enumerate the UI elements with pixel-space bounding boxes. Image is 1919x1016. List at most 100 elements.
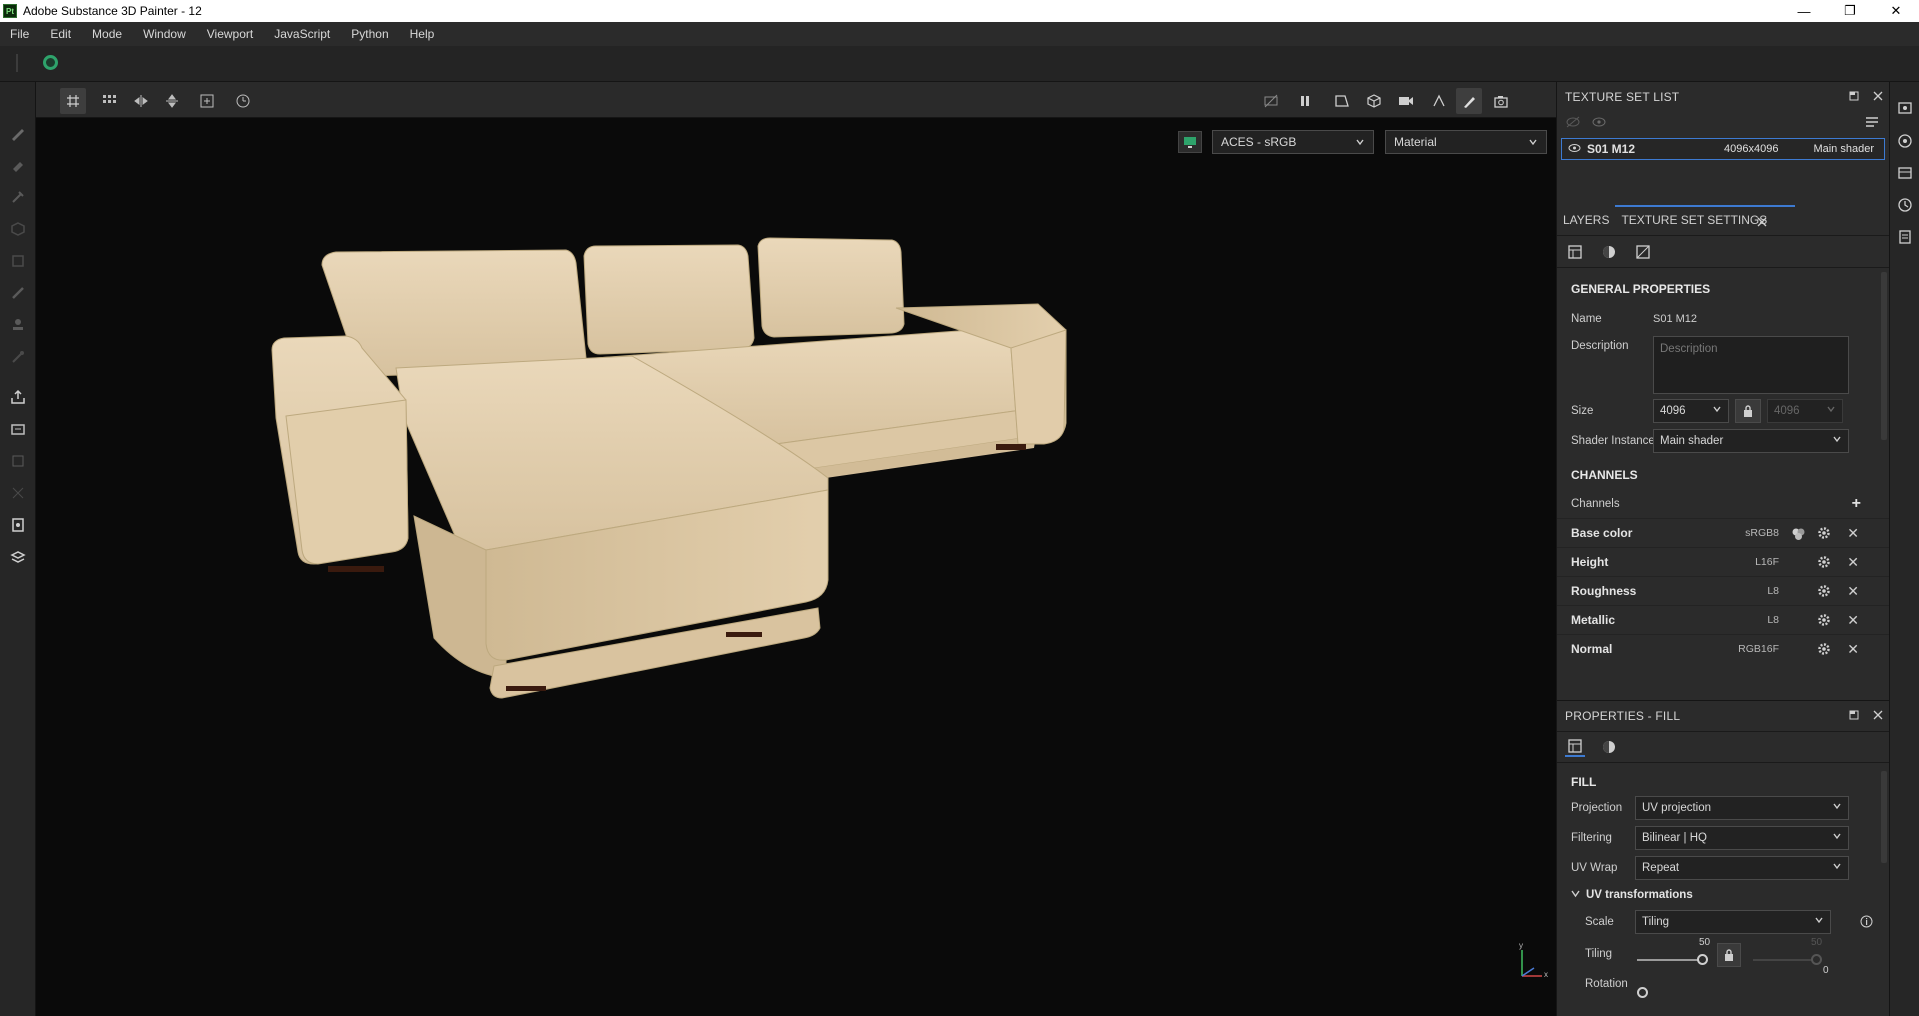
name-value[interactable]: S01 M12 bbox=[1653, 313, 1697, 325]
color-picker-icon[interactable] bbox=[9, 348, 27, 366]
scale-dropdown[interactable]: Tiling bbox=[1635, 910, 1831, 934]
channel-settings-gear-icon[interactable] bbox=[1817, 584, 1831, 601]
channel-format[interactable]: L16F bbox=[1755, 556, 1779, 568]
remove-channel-button[interactable]: ✕ bbox=[1847, 554, 1859, 571]
channel-settings-gear-icon[interactable] bbox=[1817, 526, 1831, 543]
info-icon[interactable] bbox=[1860, 915, 1873, 931]
grid-view-icon[interactable] bbox=[60, 88, 86, 114]
channel-row[interactable]: Metallic L8 ✕ bbox=[1557, 605, 1889, 634]
channel-format[interactable]: RGB16F bbox=[1738, 643, 1779, 655]
channel-settings-gear-icon[interactable] bbox=[1817, 555, 1831, 572]
description-field[interactable]: Description bbox=[1653, 336, 1849, 394]
menu-window[interactable]: Window bbox=[143, 27, 186, 41]
remove-channel-button[interactable]: ✕ bbox=[1847, 525, 1859, 542]
properties-icon[interactable] bbox=[1565, 242, 1585, 262]
mirror-x-icon[interactable] bbox=[128, 88, 154, 114]
tab-layers[interactable]: LAYERS bbox=[1557, 213, 1615, 235]
menu-file[interactable]: File bbox=[10, 27, 29, 41]
tiling-lock-button[interactable] bbox=[1717, 943, 1741, 967]
settings-scrollbar[interactable] bbox=[1881, 272, 1887, 440]
3d-viewport[interactable]: ACES - sRGB Material y x bbox=[36, 118, 1556, 1016]
channel-format[interactable]: L8 bbox=[1767, 585, 1779, 597]
float-panel-icon[interactable] bbox=[1849, 709, 1859, 723]
properties-icon[interactable] bbox=[1565, 737, 1585, 757]
scene-info-icon[interactable] bbox=[9, 516, 27, 534]
display-settings-icon[interactable] bbox=[1896, 100, 1914, 118]
3d-view-icon[interactable] bbox=[1361, 88, 1387, 114]
shelf-handle[interactable] bbox=[16, 54, 18, 72]
frame-selection-icon[interactable] bbox=[194, 88, 220, 114]
polygon-fill-icon[interactable] bbox=[9, 252, 27, 270]
color-profile-icon[interactable] bbox=[1791, 527, 1805, 544]
material-sphere-icon[interactable] bbox=[1599, 242, 1619, 262]
channel-row[interactable]: Base color sRGB8 ✕ bbox=[1557, 518, 1889, 547]
2d-view-icon[interactable] bbox=[1329, 88, 1355, 114]
channel-format[interactable]: sRGB8 bbox=[1745, 527, 1779, 539]
minimize-button[interactable]: — bbox=[1781, 0, 1827, 22]
menu-mode[interactable]: Mode bbox=[92, 27, 122, 41]
visibility-eye-icon[interactable] bbox=[1568, 142, 1581, 156]
add-channel-button[interactable]: + bbox=[1852, 495, 1861, 513]
remove-channel-button[interactable]: ✕ bbox=[1847, 583, 1859, 600]
texture-set-icon[interactable] bbox=[1896, 164, 1914, 182]
close-panel-icon[interactable] bbox=[1873, 709, 1883, 723]
menu-icon[interactable] bbox=[1865, 116, 1879, 131]
shader-settings-icon[interactable] bbox=[1896, 132, 1914, 150]
geometry-mask-icon[interactable] bbox=[9, 220, 27, 238]
projection-dropdown[interactable]: UV projection bbox=[1635, 796, 1849, 820]
channel-settings-gear-icon[interactable] bbox=[1817, 613, 1831, 630]
tab-texture-set-settings[interactable]: TEXTURE SET SETTINGS bbox=[1615, 205, 1796, 235]
tiling-slider[interactable] bbox=[1637, 959, 1701, 961]
clone-stamp-icon[interactable] bbox=[9, 316, 27, 334]
menu-edit[interactable]: Edit bbox=[50, 27, 71, 41]
history-icon[interactable] bbox=[1896, 196, 1914, 214]
tile-view-icon[interactable] bbox=[96, 88, 122, 114]
log-icon[interactable] bbox=[1896, 228, 1914, 246]
filtering-dropdown[interactable]: Bilinear | HQ bbox=[1635, 826, 1849, 850]
menu-help[interactable]: Help bbox=[410, 27, 435, 41]
fill-scrollbar[interactable] bbox=[1881, 771, 1887, 863]
menu-viewport[interactable]: Viewport bbox=[207, 27, 253, 41]
channel-settings-gear-icon[interactable] bbox=[1817, 642, 1831, 659]
eye-icon[interactable] bbox=[1591, 116, 1607, 131]
rotation-value[interactable]: 0 bbox=[1823, 965, 1829, 976]
bake-icon[interactable] bbox=[9, 420, 27, 438]
mesh-tool-icon[interactable] bbox=[9, 484, 27, 502]
rotation-slider-handle[interactable] bbox=[1637, 987, 1648, 998]
export-icon[interactable] bbox=[9, 388, 27, 406]
shader-instance-dropdown[interactable]: Main shader bbox=[1653, 429, 1849, 453]
uv-transformations-header[interactable]: UV transformations bbox=[1557, 883, 1889, 907]
eraser-icon[interactable] bbox=[9, 156, 27, 174]
projection-tool-icon[interactable] bbox=[9, 188, 27, 206]
hide-overlay-icon[interactable] bbox=[1258, 88, 1284, 114]
close-panel-icon[interactable] bbox=[1873, 90, 1883, 104]
uv-layout-icon[interactable] bbox=[1633, 242, 1653, 262]
colorspace-dropdown[interactable]: ACES - sRGB bbox=[1212, 130, 1374, 154]
library-icon[interactable] bbox=[9, 548, 27, 566]
channel-row[interactable]: Height L16F ✕ bbox=[1557, 547, 1889, 576]
menu-javascript[interactable]: JavaScript bbox=[274, 27, 330, 41]
menu-python[interactable]: Python bbox=[351, 27, 388, 41]
size-lock-button[interactable] bbox=[1735, 399, 1761, 423]
uv-wrap-dropdown[interactable]: Repeat bbox=[1635, 856, 1849, 880]
channel-row[interactable]: Normal RGB16F ✕ bbox=[1557, 634, 1889, 663]
remove-channel-button[interactable]: ✕ bbox=[1847, 641, 1859, 658]
size-dropdown[interactable]: 4096 bbox=[1653, 399, 1729, 423]
float-panel-icon[interactable] bbox=[1849, 90, 1859, 104]
material-sphere-icon[interactable] bbox=[1599, 737, 1619, 757]
close-tab-icon[interactable] bbox=[1757, 216, 1767, 230]
paint-brush-icon[interactable] bbox=[9, 124, 27, 142]
close-window-button[interactable]: ✕ bbox=[1873, 0, 1919, 22]
plugin-icon[interactable] bbox=[43, 55, 58, 70]
maximize-button[interactable]: ❐ bbox=[1827, 0, 1873, 22]
tiling-slider-handle[interactable] bbox=[1697, 954, 1708, 965]
remove-channel-button[interactable]: ✕ bbox=[1847, 612, 1859, 629]
display-settings-icon[interactable] bbox=[1178, 131, 1202, 153]
tiling-value[interactable]: 50 bbox=[1699, 937, 1710, 948]
camera-icon[interactable] bbox=[1393, 88, 1419, 114]
symmetry-tool-icon[interactable] bbox=[1426, 88, 1452, 114]
pause-render-icon[interactable] bbox=[1292, 88, 1318, 114]
uv-tool-icon[interactable] bbox=[9, 452, 27, 470]
channel-format[interactable]: L8 bbox=[1767, 614, 1779, 626]
texture-set-row[interactable]: S01 M12 4096x4096 Main shader bbox=[1561, 138, 1885, 160]
